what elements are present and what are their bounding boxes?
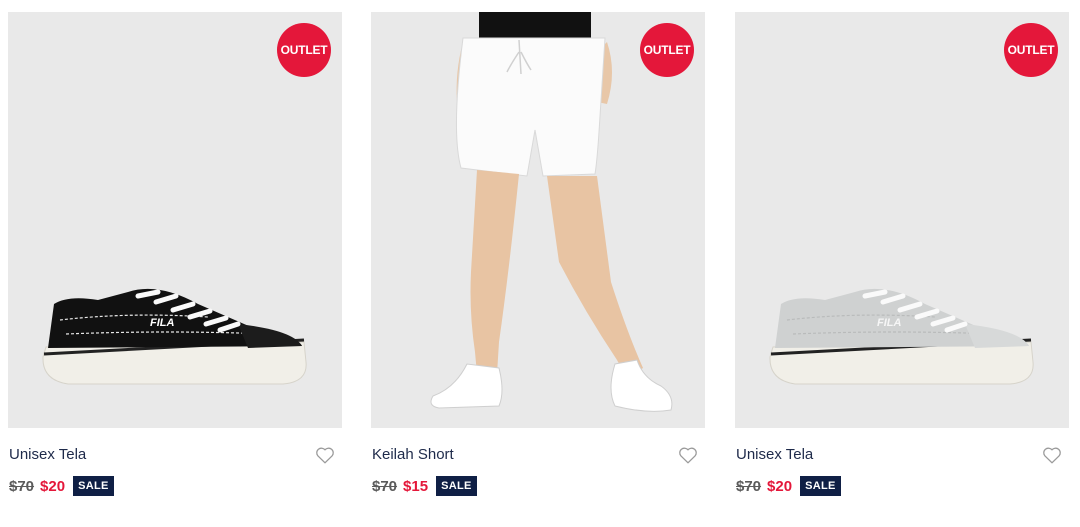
sale-tag: SALE xyxy=(73,476,114,496)
heart-outline-icon[interactable] xyxy=(677,444,699,466)
product-card: FILA OUTLET Unisex Tela $70 $20 SALE xyxy=(8,0,342,527)
product-name[interactable]: Unisex Tela xyxy=(736,446,813,463)
sale-price: $20 xyxy=(40,477,66,495)
heart-outline-icon[interactable] xyxy=(314,444,336,466)
product-image-black-sneaker[interactable]: FILA OUTLET xyxy=(8,12,342,428)
sale-tag: SALE xyxy=(436,476,477,496)
sale-price: $20 xyxy=(767,477,793,495)
product-grid: FILA OUTLET Unisex Tela $70 $20 SALE OUT… xyxy=(0,0,1080,527)
price-row: $70 $20 SALE xyxy=(9,475,114,497)
product-card: OUTLET Keilah Short $70 $15 SALE xyxy=(371,0,705,527)
price-row: $70 $20 SALE xyxy=(736,475,841,497)
original-price: $70 xyxy=(372,477,398,495)
sale-price: $15 xyxy=(403,477,429,495)
original-price: $70 xyxy=(736,477,762,495)
sale-tag: SALE xyxy=(800,476,841,496)
original-price: $70 xyxy=(9,477,35,495)
outlet-badge: OUTLET xyxy=(277,23,331,77)
svg-text:FILA: FILA xyxy=(150,317,174,329)
product-card: FILA OUTLET Unisex Tela $70 $20 SALE xyxy=(735,0,1069,527)
outlet-badge: OUTLET xyxy=(1004,23,1058,77)
product-image-white-shorts[interactable]: OUTLET xyxy=(371,12,705,428)
svg-text:FILA: FILA xyxy=(877,317,901,329)
price-row: $70 $15 SALE xyxy=(372,475,477,497)
product-name[interactable]: Unisex Tela xyxy=(9,446,86,463)
product-image-grey-sneaker[interactable]: FILA OUTLET xyxy=(735,12,1069,428)
heart-outline-icon[interactable] xyxy=(1041,444,1063,466)
outlet-badge: OUTLET xyxy=(640,23,694,77)
product-name[interactable]: Keilah Short xyxy=(372,446,454,463)
